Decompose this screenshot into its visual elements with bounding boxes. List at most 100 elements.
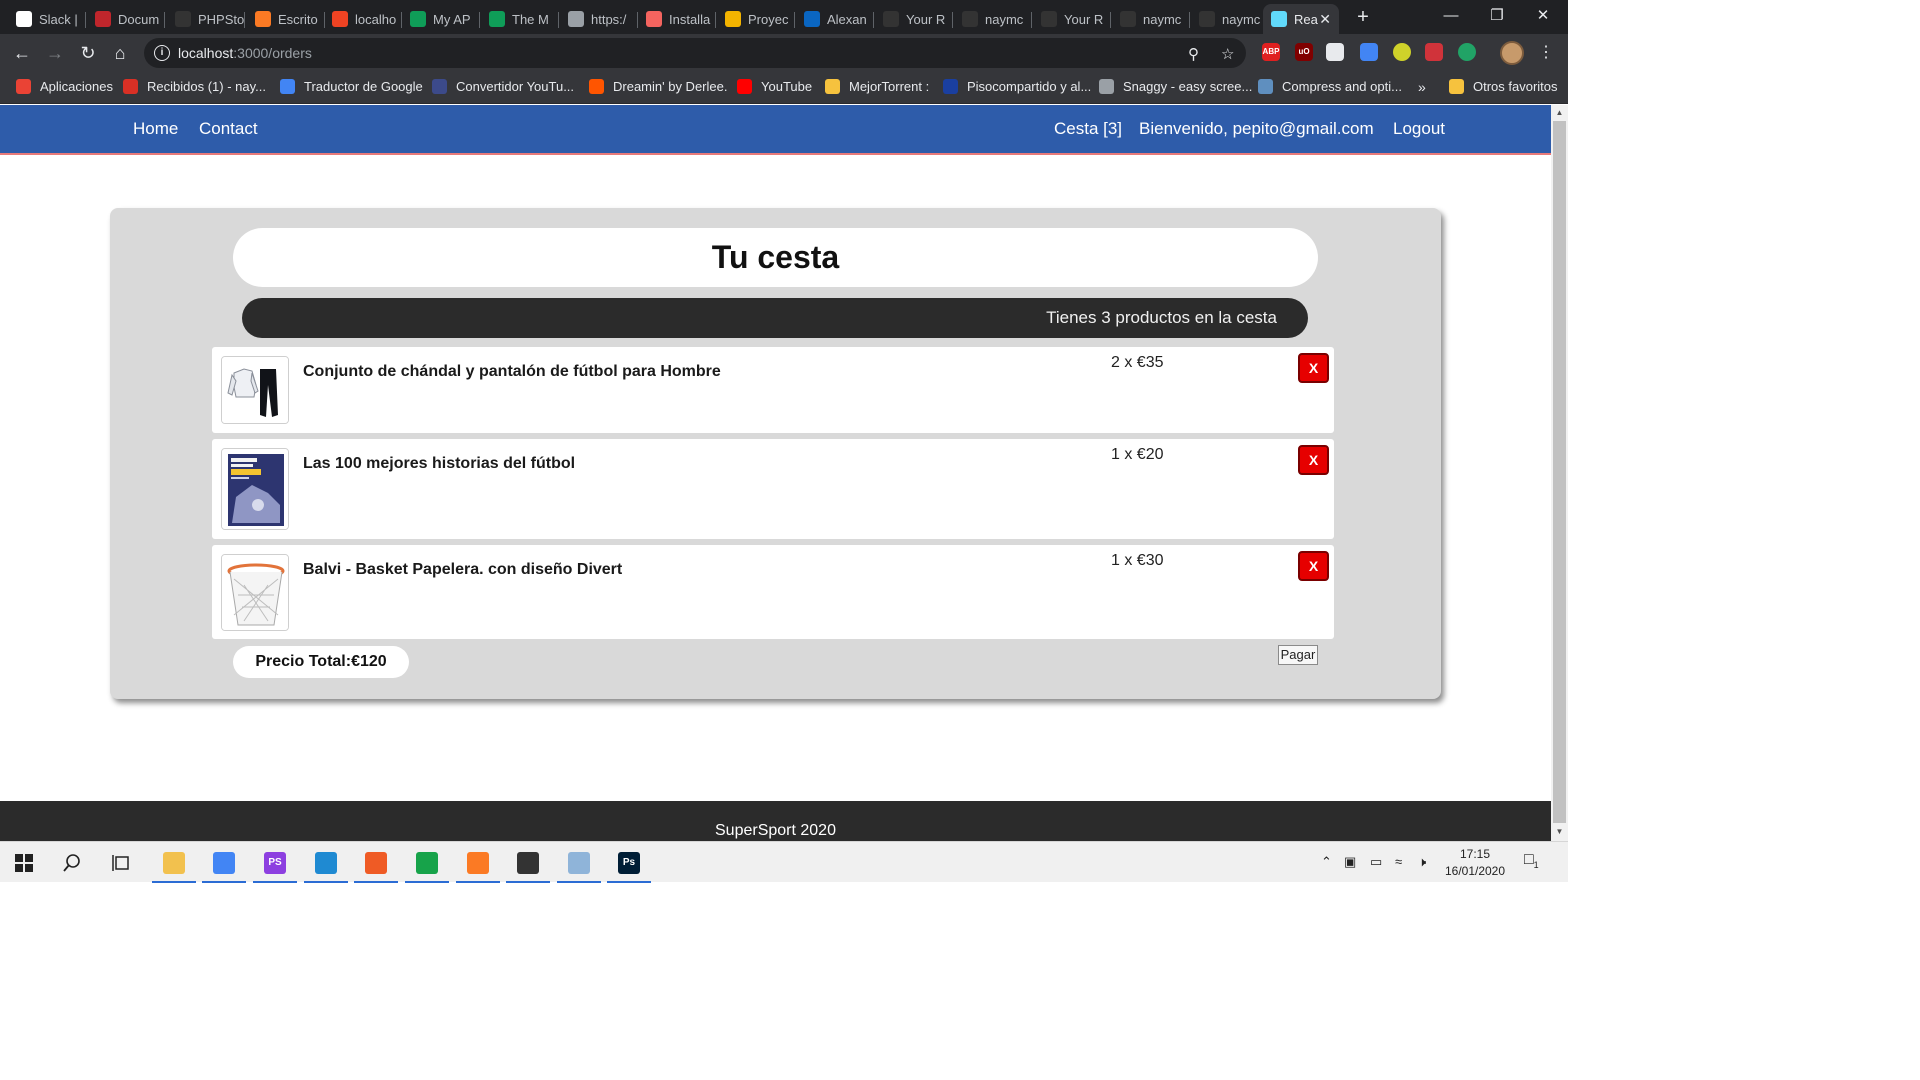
- browser-tab[interactable]: naymc: [1112, 4, 1190, 34]
- browser-menu-icon[interactable]: ⋮: [1538, 42, 1554, 62]
- document-extension-icon[interactable]: [1326, 43, 1344, 61]
- bookmark-item[interactable]: MejorTorrent :: [825, 79, 929, 94]
- nav-welcome-user[interactable]: Bienvenido, pepito@gmail.com: [1139, 119, 1374, 139]
- page-scrollbar[interactable]: ▲ ▼: [1551, 105, 1568, 841]
- postman-taskbar-icon[interactable]: [352, 842, 400, 883]
- lightbulb-extension-icon[interactable]: [1393, 43, 1411, 61]
- browser-tab[interactable]: localho: [324, 4, 402, 34]
- bookmark-item[interactable]: Aplicaciones: [16, 79, 113, 94]
- browser-tab[interactable]: Installa: [638, 4, 716, 34]
- basket-bin-image[interactable]: [221, 554, 289, 631]
- tab-label: Rea: [1294, 11, 1318, 27]
- task-view-icon[interactable]: [98, 842, 146, 883]
- nav-home-link[interactable]: Home: [133, 119, 178, 139]
- tracksuit-image[interactable]: [221, 356, 289, 424]
- notifications-icon[interactable]: □1: [1524, 851, 1539, 870]
- nav-logout-link[interactable]: Logout: [1393, 119, 1445, 139]
- close-tab-icon[interactable]: ✕: [1319, 11, 1331, 28]
- cart-item-name: Balvi - Basket Papelera. con diseño Dive…: [303, 561, 623, 578]
- bookmark-star-icon[interactable]: ☆: [1221, 45, 1234, 63]
- bookmark-item[interactable]: Dreamin' by Derlee.: [589, 79, 727, 94]
- browser-tab[interactable]: naymc: [1191, 4, 1269, 34]
- photoshop-icon: Ps: [618, 851, 640, 874]
- phpstorm-taskbar-icon[interactable]: PS: [251, 842, 299, 883]
- tab-separator: [873, 12, 874, 28]
- chrome-taskbar-icon[interactable]: [200, 842, 248, 883]
- xampp-taskbar-icon[interactable]: [454, 842, 502, 883]
- restore-window-icon[interactable]: ❐: [1474, 0, 1520, 32]
- browser-tab[interactable]: Your R: [1033, 4, 1111, 34]
- new-tab-button[interactable]: +: [1352, 4, 1374, 30]
- windows-start-icon[interactable]: [0, 842, 48, 883]
- running-indicator: [557, 881, 601, 883]
- book-image[interactable]: [221, 448, 289, 530]
- reload-icon[interactable]: ↻: [75, 40, 101, 66]
- bookmark-item[interactable]: Compress and opti...: [1258, 79, 1402, 94]
- forward-icon[interactable]: →: [42, 40, 68, 66]
- browser-tab[interactable]: The M: [481, 4, 559, 34]
- browser-tab[interactable]: naymc: [954, 4, 1032, 34]
- scrollbar-thumb[interactable]: [1553, 121, 1566, 823]
- vscode-taskbar-icon[interactable]: [302, 842, 350, 883]
- url-text[interactable]: localhost:3000/orders: [178, 45, 312, 61]
- profile-avatar[interactable]: [1500, 41, 1524, 65]
- bookmark-favicon-icon: [589, 79, 604, 94]
- bookmark-item[interactable]: Convertidor YouTu...: [432, 79, 574, 94]
- scroll-up-arrow-icon[interactable]: ▲: [1551, 108, 1568, 117]
- browser-tab[interactable]: PHPSto: [167, 4, 245, 34]
- browser-tab[interactable]: Slack |: [8, 4, 86, 34]
- site-info-icon[interactable]: i: [154, 45, 170, 61]
- close-window-icon[interactable]: ✕: [1520, 0, 1566, 32]
- remove-item-button[interactable]: X: [1298, 551, 1329, 581]
- ublock-extension-icon[interactable]: uO: [1295, 43, 1313, 61]
- browser-tab[interactable]: Docum: [87, 4, 165, 34]
- remove-item-button[interactable]: X: [1298, 353, 1329, 383]
- scroll-down-arrow-icon[interactable]: ▼: [1551, 827, 1568, 836]
- bookmarks-overflow-icon[interactable]: »: [1418, 79, 1426, 95]
- bookmark-item[interactable]: Pisocompartido y al...: [943, 79, 1091, 94]
- home-icon[interactable]: ⌂: [107, 40, 133, 66]
- photoshop-taskbar-icon[interactable]: Ps: [605, 842, 653, 883]
- nav-cart-link[interactable]: Cesta [3]: [1054, 119, 1122, 139]
- grammarly-extension-icon[interactable]: [1458, 43, 1476, 61]
- nav-contact-link[interactable]: Contact: [199, 119, 258, 139]
- browser-tab[interactable]: Escrito: [247, 4, 325, 34]
- browser-tab[interactable]: https:/: [560, 4, 638, 34]
- search-icon[interactable]: [48, 842, 96, 883]
- browser-tab[interactable]: Your R: [875, 4, 953, 34]
- browser-tab[interactable]: My AP: [402, 4, 480, 34]
- system-clock[interactable]: 17:15 16/01/2020: [1440, 846, 1510, 880]
- tab-active[interactable]: Rea ✕: [1263, 4, 1339, 34]
- key-icon[interactable]: ⚲: [1188, 45, 1199, 63]
- cart-item: Conjunto de chándal y pantalón de fútbol…: [212, 347, 1334, 433]
- show-hidden-icons[interactable]: ⌃: [1321, 854, 1332, 870]
- bookmark-label: Traductor de Google: [304, 79, 423, 94]
- tab-separator: [1110, 12, 1111, 28]
- bookmark-item[interactable]: YouTube: [737, 79, 812, 94]
- back-icon[interactable]: ←: [9, 40, 35, 66]
- bug-extension-icon[interactable]: [1425, 43, 1443, 61]
- adblock-extension-icon[interactable]: ABP: [1262, 43, 1280, 61]
- running-indicator: [354, 881, 398, 883]
- bookmark-item[interactable]: Recibidos (1) - nay...: [123, 79, 266, 94]
- volume-icon[interactable]: 🕨: [1418, 854, 1426, 870]
- browser-tab[interactable]: Proyec: [717, 4, 795, 34]
- network-monitor-icon[interactable]: ▣: [1344, 854, 1356, 870]
- battery-icon[interactable]: ▭: [1370, 854, 1382, 870]
- tab-separator: [952, 12, 953, 28]
- file-explorer-taskbar-icon[interactable]: [150, 842, 198, 883]
- api-icon: [489, 11, 505, 27]
- gitkraken-taskbar-icon[interactable]: [403, 842, 451, 883]
- remove-item-button[interactable]: X: [1298, 445, 1329, 475]
- wifi-icon[interactable]: ≈: [1395, 854, 1402, 869]
- address-bar[interactable]: i localhost:3000/orders ⚲ ☆: [144, 38, 1246, 68]
- pay-button[interactable]: Pagar: [1278, 645, 1318, 665]
- notes-taskbar-icon[interactable]: [555, 842, 603, 883]
- bookmark-item[interactable]: Otros favoritos: [1449, 79, 1558, 94]
- bookmark-item[interactable]: Traductor de Google: [280, 79, 423, 94]
- browser-tab[interactable]: Alexan: [796, 4, 874, 34]
- bookmark-item[interactable]: Snaggy - easy scree...: [1099, 79, 1252, 94]
- minimize-window-icon[interactable]: —: [1428, 0, 1474, 32]
- editor-taskbar-icon[interactable]: [504, 842, 552, 883]
- translate-extension-icon[interactable]: [1360, 43, 1378, 61]
